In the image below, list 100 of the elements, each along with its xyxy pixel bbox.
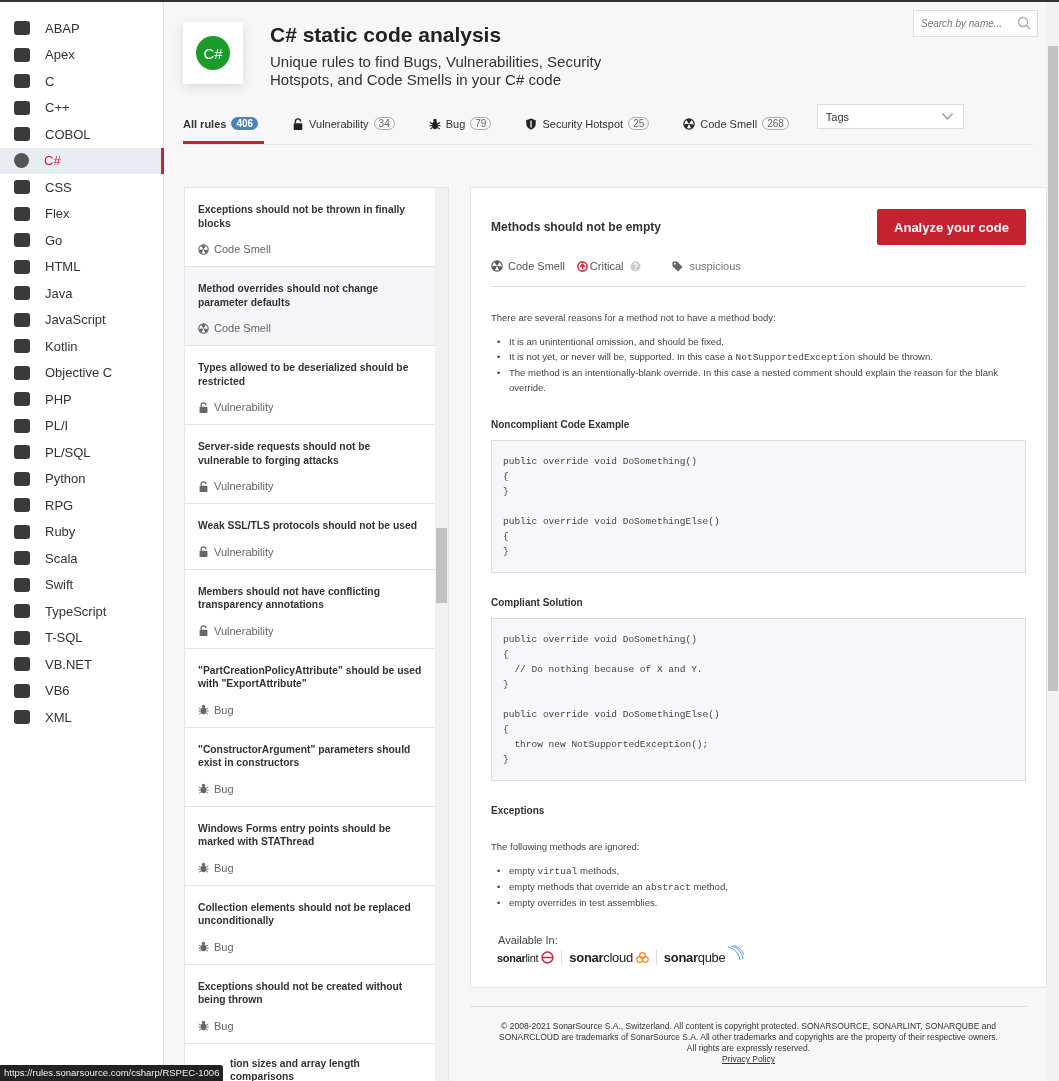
logo-icon (14, 418, 30, 433)
help-icon[interactable] (630, 260, 642, 272)
tab-label: All rules (183, 117, 227, 130)
description-text: There are several reasons for a method not to have a method body: (491, 311, 777, 325)
language-item[interactable]: PL/I (0, 412, 164, 439)
language-item[interactable]: VB6 (0, 677, 164, 704)
search-field[interactable]: Search by name... (913, 10, 1038, 37)
language-item[interactable]: XML (0, 704, 164, 731)
code-block: public override void DoSomething() { } public override void DoSomethingElse() { } (491, 440, 1026, 573)
product-name[interactable]: sonarcloud (569, 950, 633, 965)
language-item[interactable]: RPG (0, 492, 164, 519)
tags-dropdown[interactable]: Tags (816, 104, 964, 129)
language-item[interactable]: HTML (0, 253, 164, 280)
trefoil-icon (491, 260, 503, 272)
lock-icon (198, 480, 209, 492)
language-item[interactable]: TypeScript (0, 598, 164, 625)
description-text: The following methods are ignored: (491, 840, 641, 854)
language-item[interactable]: C++ (0, 94, 164, 121)
trefoil-icon (198, 322, 209, 334)
language-item[interactable]: PL/SQL (0, 439, 164, 466)
logo-icon (14, 471, 30, 486)
language-item[interactable]: JavaScript (0, 306, 164, 333)
logo-icon (14, 710, 30, 725)
logo-icon (14, 259, 30, 274)
filter-tab[interactable]: Code Smell 268 (677, 106, 795, 144)
filter-tab[interactable]: Security Hotspot 25 (519, 106, 656, 144)
language-item[interactable]: Java (0, 280, 164, 307)
logo-icon (14, 604, 30, 619)
logo-icon (14, 233, 30, 248)
logo-icon (14, 392, 30, 407)
bug-icon (428, 117, 441, 130)
language-item[interactable]: Flex (0, 200, 164, 227)
bullet-marker: • (497, 350, 502, 364)
section-heading: Exceptions (491, 805, 546, 816)
logo-icon (14, 683, 30, 698)
rights-text: All rights are expressly reserved. (685, 1043, 812, 1054)
bullet-text: It is an unintentional omission, and should be fixed. (509, 335, 724, 349)
rule-title: Types allowed to be deserialized should be restricted (198, 361, 410, 388)
language-item[interactable]: VB.NET (0, 651, 164, 678)
language-item[interactable]: C# (0, 147, 164, 174)
product-name[interactable]: sonarqube (663, 950, 726, 965)
page-title: C# static code analysis (270, 23, 503, 47)
page-subtitle: Unique rules to find Bugs, Vulnerabilities, Security Hotspots, and Code Smells in your C# code (270, 53, 603, 89)
filter-tab[interactable]: Vulnerability 34 (286, 106, 401, 144)
bug-icon (198, 704, 209, 715)
logo-icon (14, 498, 30, 513)
bullet-text: The method is an intentionally-blank override. In this case a nested comment should explain the reason for the blank override. (509, 366, 999, 395)
language-item[interactable]: Scala (0, 545, 164, 572)
cloud-icon (635, 951, 649, 964)
rule-title: Method overrides should not change parameter defaults (198, 282, 380, 309)
severity-label: Critical (589, 260, 624, 272)
language-item[interactable]: COBOL (0, 121, 164, 148)
tag-label[interactable]: suspicious (689, 260, 741, 272)
tag-icon (672, 260, 684, 272)
rule-title: Members should not have conflicting transparency annotations (198, 584, 381, 612)
scrollbar[interactable] (435, 188, 448, 1081)
rule-detail-title: Methods should not be empty (491, 220, 661, 234)
language-item[interactable]: ABAP (0, 15, 164, 42)
rule-type: Vulnerability (214, 545, 274, 558)
language-item[interactable]: Go (0, 227, 164, 254)
page-scrollbar[interactable] (1047, 2, 1059, 1081)
bug-icon (198, 783, 209, 794)
section-heading: Compliant Solution (491, 597, 584, 608)
bullet-text: empty overrides in test assemblies. (509, 896, 658, 910)
analyze-button[interactable]: Analyze your code (877, 209, 1026, 245)
language-item[interactable]: Swift (0, 571, 164, 598)
lock-icon (198, 401, 209, 413)
privacy-policy-link[interactable]: Privacy Policy (722, 1054, 775, 1064)
lock-icon (198, 625, 209, 636)
lock-icon (198, 546, 209, 557)
logo-icon (14, 524, 30, 539)
language-item[interactable]: CSS (0, 174, 164, 201)
language-item[interactable]: Kotlin (0, 333, 164, 360)
product-name[interactable]: sonarlint (497, 951, 539, 964)
language-item[interactable]: Objective C (0, 359, 164, 386)
filter-tab[interactable]: Bug 79 (422, 106, 498, 144)
filter-tab[interactable]: All rules 406 (183, 106, 265, 144)
language-item[interactable]: PHP (0, 386, 164, 413)
bullet-marker: • (497, 864, 502, 878)
rule-item[interactable]: Method overrides should not change parameter defaults Code Smell (185, 267, 435, 346)
rule-title: Exceptions should not be thrown in finally blocks (198, 203, 407, 230)
bug-icon (198, 1020, 209, 1031)
language-item[interactable]: Apex (0, 41, 164, 68)
trefoil-icon (198, 243, 209, 255)
rule-type: Code Smell (214, 322, 271, 334)
logo-icon (14, 657, 30, 672)
logo-icon (14, 312, 30, 327)
bullet-text: empty methods that override an abstract method, (509, 880, 728, 895)
up-arrow-circle-icon (576, 260, 588, 272)
language-item[interactable]: T-SQL (0, 624, 164, 651)
language-item[interactable]: C (0, 68, 164, 95)
language-item[interactable]: Python (0, 465, 164, 492)
tab-label: Vulnerability (309, 117, 369, 130)
language-item[interactable]: Ruby (0, 518, 164, 545)
rule-title: Exceptions should not be created without being thrown (198, 979, 404, 1007)
logo-icon (14, 551, 30, 566)
rule-title: Weak SSL/TLS protocols should not be used (198, 519, 418, 533)
rule-type: Vulnerability (214, 401, 274, 413)
bullet-marker: • (497, 896, 502, 910)
rule-title: "ConstructorArgument" parameters should exist in constructors (198, 742, 412, 770)
